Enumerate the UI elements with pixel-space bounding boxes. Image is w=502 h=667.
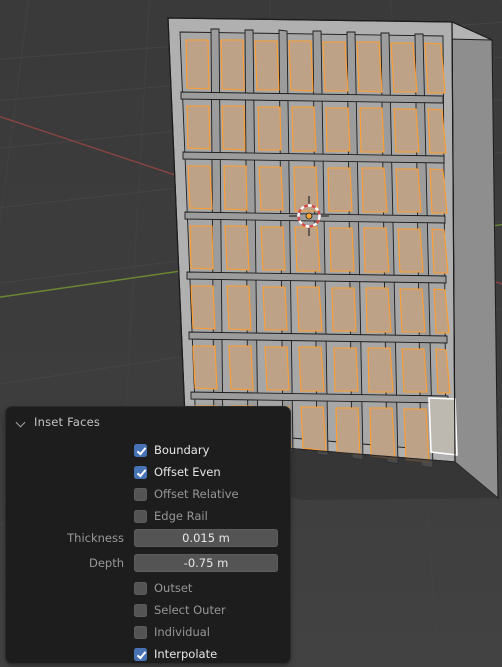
checkbox-individual-label: Individual (154, 625, 211, 639)
checkbox-offset-relative[interactable]: Offset Relative (134, 487, 239, 501)
label-depth: Depth (88, 556, 124, 570)
row-individual: Individual (18, 621, 278, 643)
row-interpolate: Interpolate (18, 643, 278, 663)
checkbox-offset-relative-label: Offset Relative (154, 487, 239, 501)
checkbox-edge-rail[interactable]: Edge Rail (134, 509, 208, 523)
checkbox-interpolate[interactable]: Interpolate (134, 647, 217, 661)
checkbox-edge-rail-label: Edge Rail (154, 509, 208, 523)
checkbox-outset[interactable]: Outset (134, 581, 192, 595)
checkbox-individual-box[interactable] (134, 625, 147, 639)
checkbox-outset-label: Outset (154, 581, 193, 595)
checkbox-offset-relative-box[interactable] (134, 487, 147, 501)
row-outset: Outset (18, 577, 278, 599)
label-thickness: Thickness (67, 531, 124, 545)
checkbox-select-outer-box[interactable] (134, 603, 147, 617)
row-depth: Depth -0.75 m (18, 552, 278, 574)
checkbox-select-outer[interactable]: Select Outer (134, 603, 226, 617)
panel-header[interactable]: Inset Faces (6, 410, 290, 434)
depth-input[interactable]: -0.75 m (134, 554, 278, 572)
checkbox-boundary-label: Boundary (154, 443, 210, 457)
chevron-down-icon[interactable] (16, 417, 27, 428)
checkbox-individual[interactable]: Individual (134, 625, 210, 639)
checkbox-offset-even-label: Offset Even (154, 465, 221, 479)
blender-window: Inset Faces Boundary Offset Even Offset … (0, 0, 502, 667)
checkbox-select-outer-label: Select Outer (154, 603, 226, 617)
thickness-input[interactable]: 0.015 m (134, 529, 278, 547)
row-boundary: Boundary (18, 439, 278, 461)
checkbox-offset-even-box[interactable] (134, 465, 147, 479)
mesh-active-face (428, 397, 458, 456)
panel-body: Boundary Offset Even Offset Relative Edg… (6, 434, 290, 663)
operator-redo-panel[interactable]: Inset Faces Boundary Offset Even Offset … (6, 407, 290, 663)
checkbox-boundary-box[interactable] (134, 443, 147, 457)
checkbox-outset-box[interactable] (134, 581, 147, 595)
checkbox-offset-even[interactable]: Offset Even (134, 465, 221, 479)
row-offset-relative: Offset Relative (18, 483, 278, 505)
checkbox-edge-rail-box[interactable] (134, 509, 147, 523)
row-offset-even: Offset Even (18, 461, 278, 483)
row-thickness: Thickness 0.015 m (18, 527, 278, 549)
checkbox-interpolate-label: Interpolate (154, 647, 218, 661)
page-title: Inset Faces (34, 415, 101, 429)
row-select-outer: Select Outer (18, 599, 278, 621)
checkbox-boundary[interactable]: Boundary (134, 443, 209, 457)
checkbox-interpolate-box[interactable] (134, 647, 147, 661)
row-edge-rail: Edge Rail (18, 505, 278, 527)
